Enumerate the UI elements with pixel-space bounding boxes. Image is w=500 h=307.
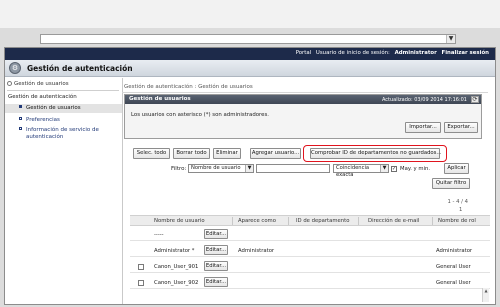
updated-timestamp: Actualizado: 03/09 2014 17:16:01 [381, 96, 467, 103]
sidebar-item-label: Gestión de usuarios [26, 105, 81, 111]
admin-note: Los usuarios con asterisco (*) son admin… [131, 112, 269, 118]
highlight-outline [303, 145, 447, 162]
chevron-down-icon: ▼ [380, 165, 388, 172]
circle-icon [7, 81, 12, 86]
sidebar-item-label: Información de servicio de autenticación [26, 127, 99, 140]
table-row: Administrator * Editar... Administrator … [130, 244, 490, 257]
browser-toolbar [0, 0, 500, 28]
bullet-icon [19, 127, 22, 130]
apply-filter-button[interactable]: Aplicar [444, 163, 469, 174]
sidebar-item-preferences[interactable]: Preferencias [5, 116, 122, 124]
portal-link[interactable]: Portal [296, 50, 312, 56]
logout-link[interactable]: Finalizar sesión [442, 50, 489, 56]
app-titlebar: ⚙ Gestión de autenticación [5, 60, 495, 77]
table-row: ----- Editar... [130, 228, 490, 241]
chevron-down-icon: ▼ [245, 165, 253, 172]
sidebar-top-link[interactable]: Gestión de usuarios [7, 81, 69, 87]
row-checkbox[interactable] [138, 263, 144, 270]
address-bar[interactable]: ▼ [40, 34, 456, 44]
col-header-department-id[interactable]: ID de departamento [296, 218, 349, 224]
add-user-button[interactable]: Agregar usuario... [250, 148, 301, 159]
export-button[interactable]: Exportar... [444, 122, 478, 133]
filter-value-input[interactable] [256, 164, 330, 173]
select-all-button[interactable]: Selec. todo [133, 148, 170, 159]
filter-field-value: Nombre de usuario [191, 165, 241, 171]
page-number[interactable]: 1 [459, 207, 462, 213]
edit-button[interactable]: Editar... [204, 245, 228, 255]
cell-username: Administrator * [154, 248, 195, 254]
sidebar-item-label: Preferencias [26, 117, 60, 123]
refresh-icon[interactable]: ⟳ [471, 96, 479, 103]
filter-field-select[interactable]: Nombre de usuario ▼ [188, 164, 254, 173]
divider [432, 217, 433, 225]
edit-button[interactable]: Editar... [204, 229, 228, 239]
delete-button[interactable]: Eliminar [213, 148, 241, 159]
divider [288, 217, 289, 225]
filter-label: Filtro: [171, 166, 187, 172]
bullet-icon [19, 105, 22, 108]
cell-username: ----- [154, 232, 164, 238]
divider [7, 90, 119, 91]
cell-role: Administrator [436, 248, 473, 254]
panel-header: Gestión de usuarios Actualizado: 03/09 2… [125, 95, 481, 104]
case-sensitive-label: May. y min. [400, 166, 431, 172]
col-header-role[interactable]: Nombre de rol [438, 218, 476, 224]
sidebar-top-label: Gestión de usuarios [14, 81, 69, 87]
gear-icon: ⚙ [9, 62, 21, 74]
nav-links: Portal Usuario de inicio de sesión: Admi… [293, 50, 489, 56]
chevron-up-icon[interactable]: ▲ [483, 288, 489, 294]
cell-username: Canon_User_902 [154, 280, 199, 286]
breadcrumb: Gestión de autenticación : Gestión de us… [124, 84, 253, 90]
app-title: Gestión de autenticación [27, 64, 133, 73]
edit-button[interactable]: Editar... [204, 277, 228, 287]
login-user-label: Usuario de inicio de sesión: [315, 50, 390, 56]
user-management-panel: Gestión de usuarios Actualizado: 03/09 2… [124, 94, 482, 139]
col-header-display-name[interactable]: Aparece como [238, 218, 276, 224]
edit-button[interactable]: Editar... [204, 261, 228, 271]
divider [358, 217, 359, 225]
table-row: Canon_User_901 Editar... General User [130, 260, 490, 273]
cell-role: General User [436, 280, 471, 286]
cell-username: Canon_User_901 [154, 264, 199, 270]
case-sensitive-checkbox[interactable]: ✓ [391, 166, 397, 172]
clear-all-button[interactable]: Borrar todo [173, 148, 210, 159]
sidebar-item-user-management[interactable]: Gestión de usuarios [5, 104, 122, 113]
top-nav: Portal Usuario de inicio de sesión: Admi… [5, 48, 495, 60]
panel-title: Gestión de usuarios [129, 96, 191, 102]
col-header-username[interactable]: Nombre de usuario [154, 218, 205, 224]
table-header: Nombre de usuario Aparece como ID de dep… [130, 215, 490, 226]
sidebar: Gestión de usuarios Gestión de autentica… [5, 78, 123, 304]
table-row: Canon_User_902 Editar... General User [130, 276, 490, 289]
login-user-name: Administrator [394, 50, 437, 56]
chevron-down-icon[interactable]: ▼ [446, 35, 455, 43]
col-header-email[interactable]: Dirección de e-mail [368, 218, 419, 224]
cell-display-name: Administrator [238, 248, 275, 254]
scrollbar[interactable]: ▲ [482, 288, 489, 302]
divider [232, 217, 233, 225]
sidebar-item-auth-service-info[interactable]: Información de servicio de autenticación [5, 127, 122, 141]
result-count: 1 - 4 / 4 [447, 199, 468, 205]
sidebar-section-title: Gestión de autenticación [8, 94, 77, 100]
cell-role: General User [436, 264, 471, 270]
import-button[interactable]: Importar... [405, 122, 441, 133]
divider [122, 92, 488, 93]
match-type-select[interactable]: Coincidencia exacta ▼ [333, 164, 389, 178]
bullet-icon [19, 117, 22, 120]
clear-filter-button[interactable]: Quitar filtro [432, 178, 470, 189]
row-checkbox[interactable] [138, 279, 144, 286]
